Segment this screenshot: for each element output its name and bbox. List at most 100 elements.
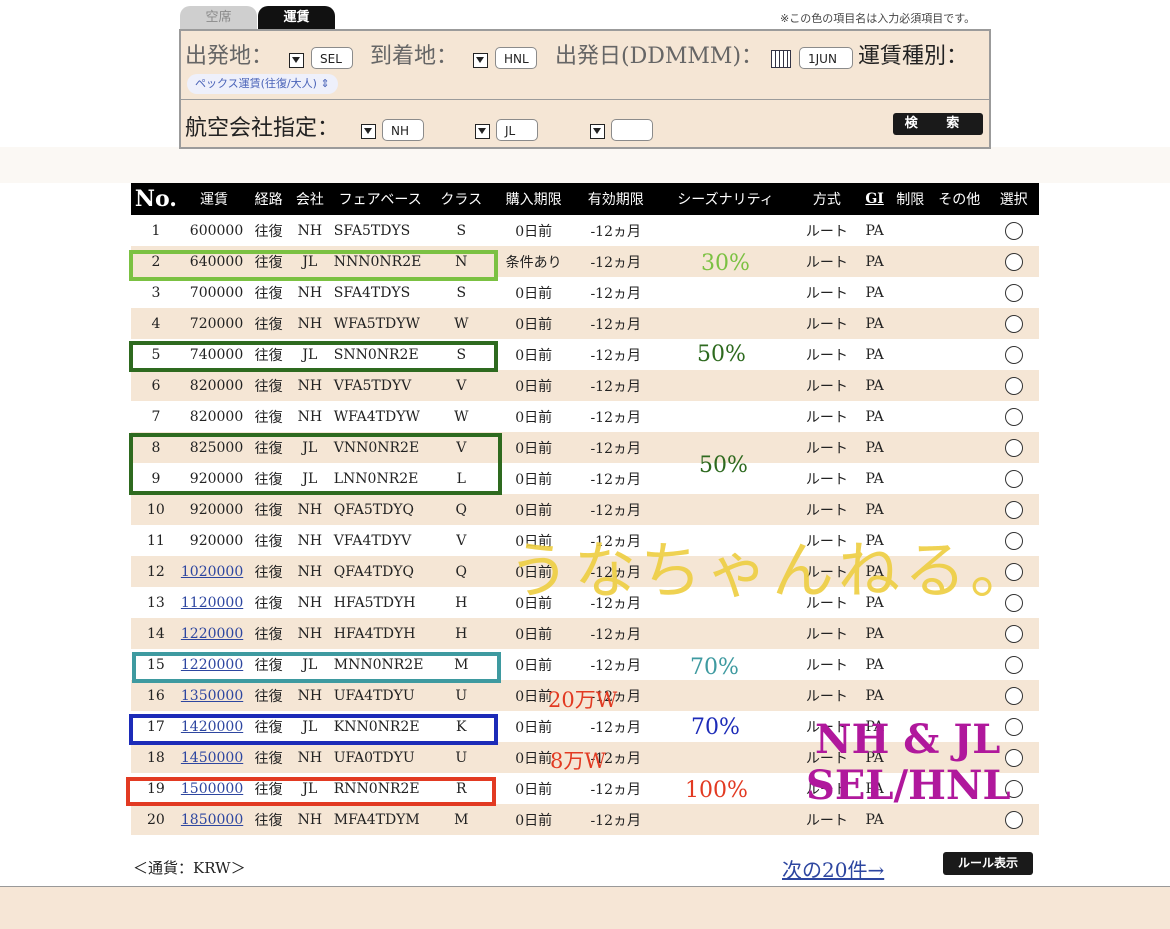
row-no: 7 bbox=[151, 408, 161, 425]
select-radio[interactable] bbox=[1004, 624, 1023, 643]
row-select bbox=[988, 680, 1039, 711]
row-seasonality bbox=[656, 277, 795, 308]
airline-1-dropdown-icon[interactable] bbox=[361, 124, 376, 139]
select-radio[interactable] bbox=[1004, 686, 1023, 705]
row-validity: -12ヵ月 bbox=[590, 285, 641, 302]
departure-dropdown-icon[interactable] bbox=[289, 53, 304, 68]
row-purchase: 0日前 bbox=[515, 285, 553, 302]
col-header-gi[interactable]: GI bbox=[858, 183, 891, 215]
row-other bbox=[930, 680, 989, 711]
select-radio[interactable] bbox=[1004, 283, 1023, 302]
show-rules-button[interactable]: ルール表示 bbox=[943, 852, 1033, 875]
row-purchase: 0日前 bbox=[515, 347, 553, 364]
row-method: ルート bbox=[805, 471, 848, 488]
row-class: U bbox=[430, 742, 492, 773]
fare-link[interactable]: 1450000 bbox=[181, 750, 243, 766]
row-no: 1 bbox=[151, 222, 161, 239]
row-select bbox=[988, 401, 1039, 432]
fare-type-label: 運賃種別： bbox=[858, 44, 969, 69]
airline-3-field[interactable] bbox=[611, 119, 653, 141]
row-airline: NH bbox=[290, 618, 330, 649]
row-class: W bbox=[454, 408, 469, 425]
price-note-8man: 8万W bbox=[550, 749, 606, 773]
select-radio[interactable] bbox=[1004, 655, 1023, 674]
select-radio[interactable] bbox=[1004, 469, 1023, 488]
price-note-20man: 20万W bbox=[548, 688, 618, 712]
row-class: H bbox=[455, 594, 468, 611]
row-other bbox=[930, 370, 989, 401]
row-airline: NH bbox=[297, 408, 323, 425]
departure-field[interactable]: SEL bbox=[311, 47, 353, 69]
row-restriction bbox=[890, 432, 931, 463]
fare-link[interactable]: 1850000 bbox=[181, 812, 243, 828]
row-route: 往復 bbox=[247, 804, 290, 835]
row-purchase: 条件あり bbox=[491, 246, 576, 277]
row-validity: -12ヵ月 bbox=[575, 804, 656, 835]
airline-2-field[interactable]: JL bbox=[496, 119, 538, 141]
next-page-link[interactable]: 次の20件→ bbox=[782, 854, 884, 883]
row-restriction bbox=[890, 277, 930, 308]
arrival-field[interactable]: HNL bbox=[495, 47, 537, 69]
row-airline: NH bbox=[290, 556, 330, 587]
row-no: 12 bbox=[131, 556, 181, 587]
select-radio[interactable] bbox=[1004, 500, 1023, 519]
search-button[interactable]: 検 索 bbox=[893, 113, 983, 135]
select-radio[interactable] bbox=[1004, 407, 1023, 426]
bottom-band bbox=[0, 886, 1170, 929]
row-fare-basis: QFA4TDYQ bbox=[329, 556, 431, 587]
row-restriction bbox=[890, 618, 931, 649]
row-route: 往復 bbox=[254, 285, 283, 302]
arrival-dropdown-icon[interactable] bbox=[473, 53, 488, 68]
fare-link[interactable]: 1020000 bbox=[181, 564, 243, 580]
highlight-box-rows-8-9 bbox=[129, 433, 502, 495]
tab-fare[interactable]: 運賃 bbox=[258, 6, 335, 29]
row-fare-basis: WFA4TDYW bbox=[333, 408, 420, 425]
row-method: ルート bbox=[805, 285, 848, 302]
select-radio[interactable] bbox=[1004, 314, 1023, 333]
fare-link[interactable]: 1120000 bbox=[181, 595, 243, 611]
row-class: U bbox=[430, 680, 492, 711]
row-no: 10 bbox=[131, 494, 181, 525]
table-row: 1 600000 往復 NH SFA5TDYS S 0日前 -12ヵ月 ルート PA bbox=[131, 215, 1039, 246]
row-fare-basis: SFA4TDYS bbox=[333, 284, 411, 301]
watermark-text: うなちゃんねる。 bbox=[508, 534, 1037, 607]
calendar-icon[interactable] bbox=[771, 50, 791, 68]
seasonality-note-100: 100% bbox=[685, 778, 748, 803]
row-fare-basis: QFA5TDYQ bbox=[329, 494, 431, 525]
fare-type-select[interactable]: ペックス運賃(往復/大人) ⇕ bbox=[187, 74, 338, 94]
row-select bbox=[988, 339, 1039, 370]
row-other bbox=[930, 215, 988, 246]
required-note: ※この色の項目名は入力必須項目です。 bbox=[780, 12, 976, 25]
date-field[interactable]: 1JUN bbox=[799, 47, 853, 69]
col-header-restriction: 制限 bbox=[890, 183, 931, 215]
row-purchase: 0日前 bbox=[515, 657, 553, 674]
table-row: 7 820000 往復 NH WFA4TDYW W 0日前 -12ヵ月 ルート PA bbox=[131, 401, 1039, 432]
tab-seat-availability[interactable]: 空席 bbox=[180, 6, 257, 29]
row-validity: -12ヵ月 bbox=[590, 657, 641, 674]
fare-link[interactable]: 1220000 bbox=[181, 626, 243, 642]
select-radio[interactable] bbox=[1004, 376, 1023, 395]
select-radio[interactable] bbox=[1004, 438, 1023, 457]
select-radio[interactable] bbox=[1004, 221, 1023, 240]
row-method: ルート bbox=[805, 657, 848, 674]
col-header-route: 経路 bbox=[247, 183, 290, 215]
fare-link[interactable]: 1350000 bbox=[181, 688, 243, 704]
row-validity: -12ヵ月 bbox=[590, 409, 641, 426]
select-radio[interactable] bbox=[1004, 252, 1023, 271]
highlight-box-row-2 bbox=[129, 250, 498, 281]
row-fare: 1020000 bbox=[180, 556, 248, 587]
airline-2-dropdown-icon[interactable] bbox=[475, 124, 490, 139]
row-fare-basis: UFA0TDYU bbox=[329, 742, 431, 773]
row-route: 往復 bbox=[254, 223, 283, 240]
row-other bbox=[930, 339, 988, 370]
select-radio[interactable] bbox=[1004, 810, 1023, 829]
select-radio[interactable] bbox=[1004, 717, 1023, 736]
airline-1-field[interactable]: NH bbox=[382, 119, 424, 141]
row-gi: PA bbox=[865, 346, 884, 363]
airline-3-dropdown-icon[interactable] bbox=[590, 124, 605, 139]
row-gi: PA bbox=[865, 470, 884, 487]
row-validity: -12ヵ月 bbox=[590, 223, 641, 240]
select-radio[interactable] bbox=[1004, 345, 1023, 364]
row-method: ルート bbox=[795, 370, 859, 401]
row-seasonality bbox=[655, 308, 796, 339]
